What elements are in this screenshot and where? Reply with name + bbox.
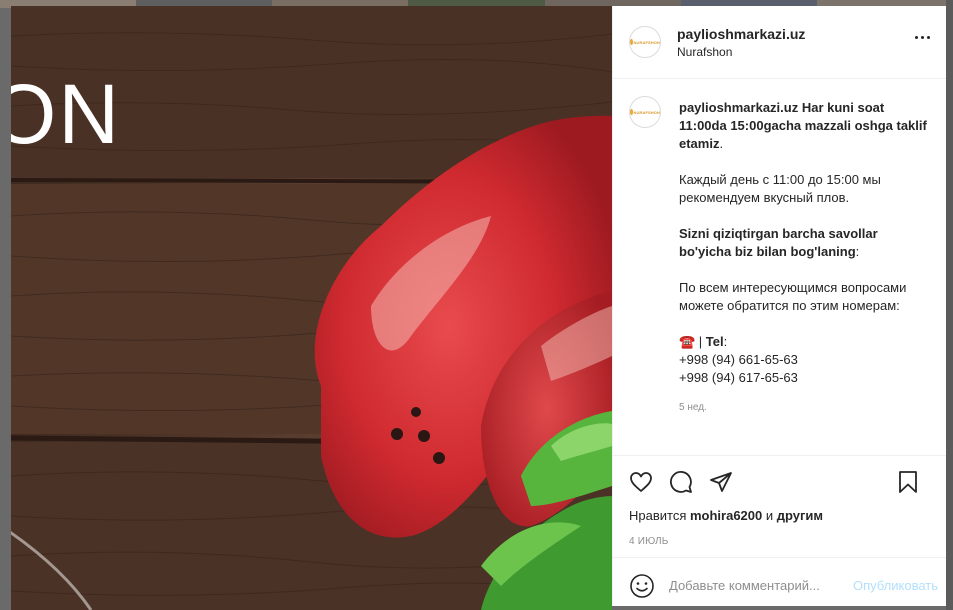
post-age: 5 нед.	[679, 402, 707, 413]
caption-section: NURAFSHON paylioshmarkazi.uz Har kuni so…	[613, 79, 946, 456]
likes-middle: и	[762, 508, 777, 523]
caption-line-2: Каждый день с 11:00 до 15:00 мы рекоменд…	[679, 172, 881, 205]
caption-username-link[interactable]: paylioshmarkazi.uz	[679, 100, 798, 115]
avatar-logo-text: NURAFSHON	[633, 109, 660, 115]
username-link[interactable]: paylioshmarkazi.uz	[677, 26, 805, 42]
emoji-icon[interactable]	[629, 573, 655, 599]
post-header: NURAFSHON paylioshmarkazi.uz Nurafshon	[613, 6, 946, 79]
comment-input[interactable]	[669, 578, 845, 593]
logo-icon	[630, 109, 633, 115]
share-icon[interactable]	[707, 468, 735, 496]
background-edge	[946, 0, 953, 610]
tel-label: Tel	[705, 334, 724, 349]
logo-icon	[630, 39, 633, 45]
avatar-logo-text: NURAFSHON	[633, 39, 660, 45]
tel-separator: |	[695, 334, 706, 349]
header-names: paylioshmarkazi.uz Nurafshon	[677, 26, 805, 59]
instagram-post-viewer: ON NURAFSHON paylioshmarkazi.uz Nurafsho…	[0, 0, 953, 610]
likes-others-link[interactable]: другим	[777, 508, 823, 523]
more-options-icon[interactable]	[915, 36, 930, 39]
caption-text: paylioshmarkazi.uz Har kuni soat 11:00da…	[679, 99, 929, 455]
caption-line-3-end: :	[855, 244, 860, 259]
phone-number-1: +998 (94) 661-65-63	[679, 352, 798, 367]
tel-colon: :	[723, 334, 728, 349]
caption-avatar[interactable]: NURAFSHON	[629, 96, 661, 128]
heart-icon[interactable]	[627, 468, 655, 496]
caption-line-3: Sizni qiziqtirgan barcha savollar bo'yic…	[679, 226, 878, 259]
post-date: 4 ИЮЛЬ	[629, 536, 669, 547]
post-image[interactable]: ON	[11, 6, 612, 610]
add-comment-row: Опубликовать	[613, 557, 946, 610]
likes-summary: Нравится mohira6200 и другим	[613, 508, 946, 530]
location-link[interactable]: Nurafshon	[677, 45, 805, 59]
avatar[interactable]: NURAFSHON	[629, 26, 661, 58]
caption-line-4: По всем интересующимся вопросами можете …	[679, 280, 907, 313]
comment-icon[interactable]	[667, 468, 695, 496]
bookmark-icon[interactable]	[894, 468, 922, 496]
post-side-panel: NURAFSHON paylioshmarkazi.uz Nurafshon N…	[612, 6, 946, 606]
caption-line-1-end: .	[719, 136, 724, 151]
phone-number-2: +998 (94) 617-65-63	[679, 370, 798, 385]
action-bar	[613, 456, 946, 508]
liker-username-link[interactable]: mohira6200	[690, 508, 762, 523]
likes-prefix: Нравится	[629, 508, 690, 523]
phone-icon: ☎️	[679, 334, 696, 349]
image-brand-lettering: ON	[11, 67, 121, 161]
publish-button[interactable]: Опубликовать	[853, 578, 938, 593]
